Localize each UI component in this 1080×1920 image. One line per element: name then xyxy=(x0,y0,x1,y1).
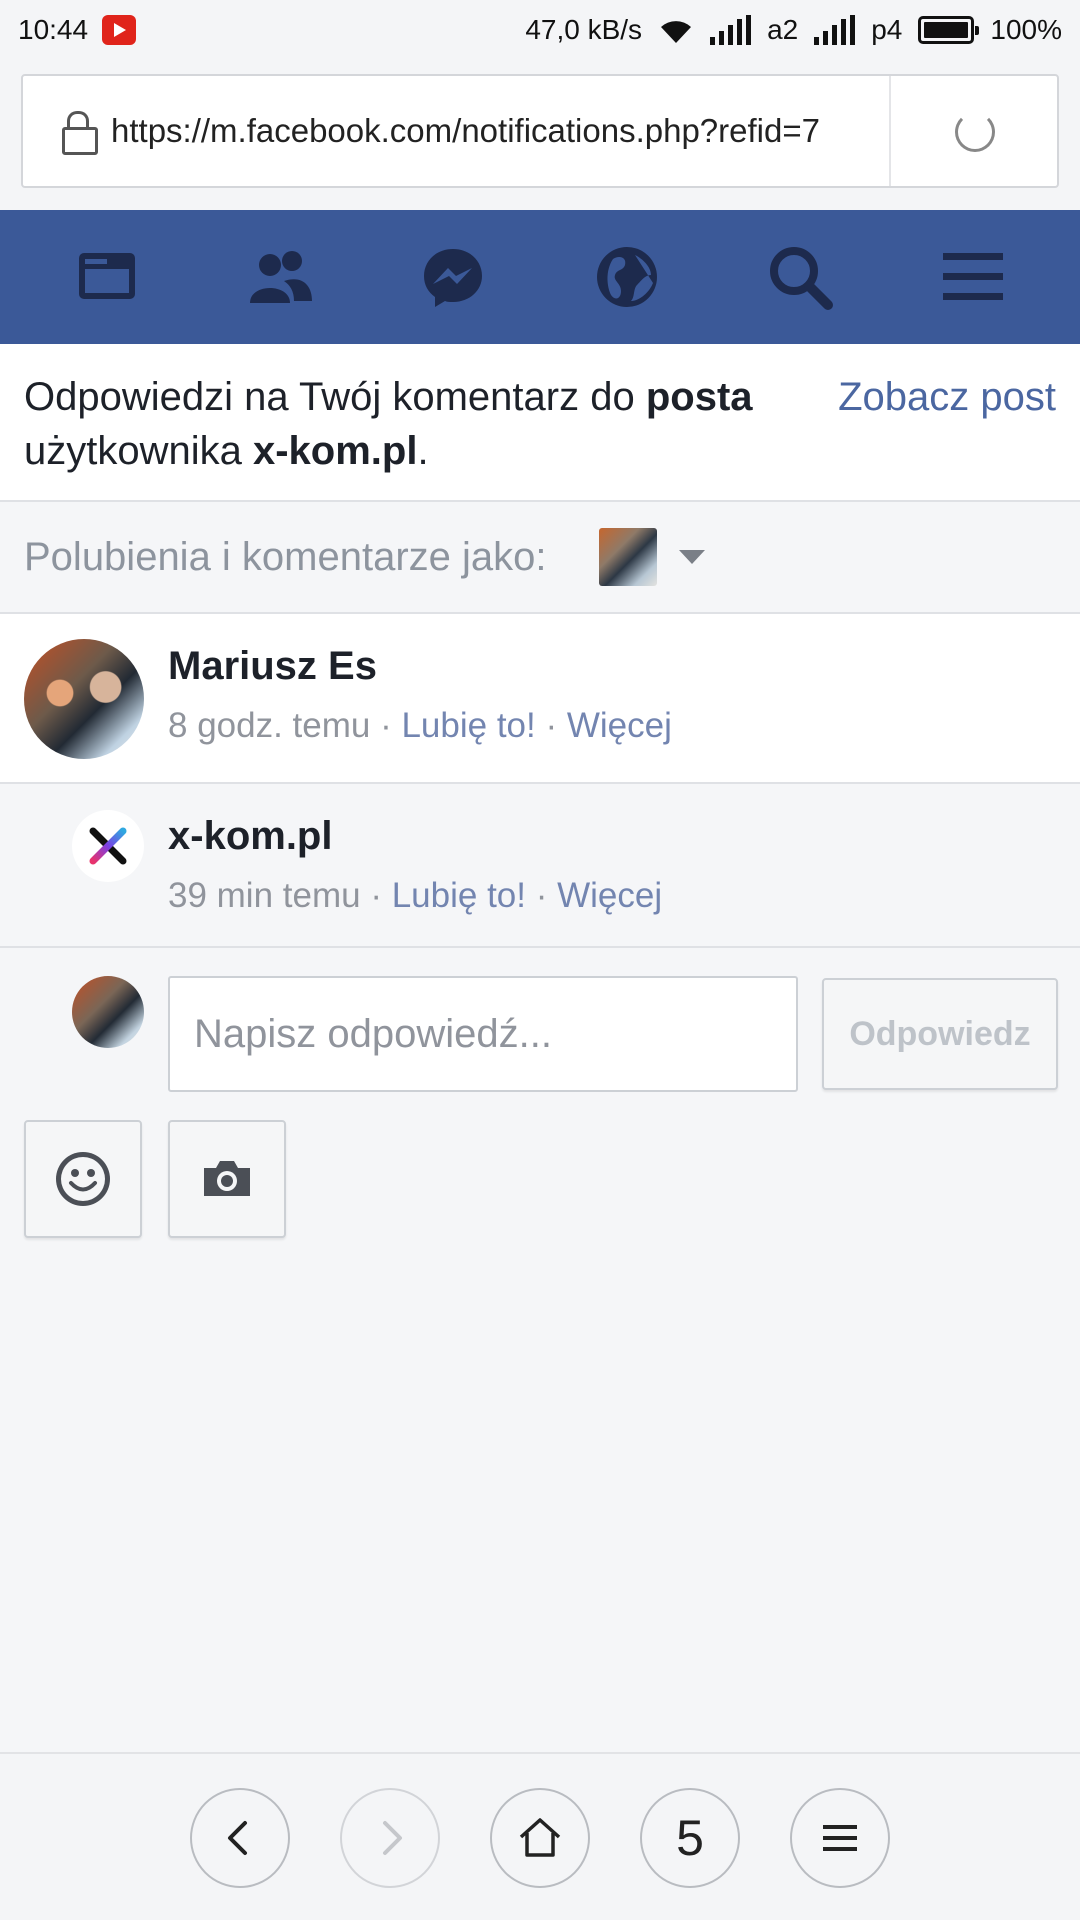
status-right: 47,0 kB/s a2 p4 100% xyxy=(525,0,1062,60)
reply-meta: 39 min temu · Lubię to! · Więcej xyxy=(168,876,662,916)
reply-time[interactable]: 39 min temu xyxy=(168,876,361,915)
like-as-label: Polubienia i komentarze jako: xyxy=(24,534,547,579)
comment-meta: 8 godz. temu · Lubię to! · Więcej xyxy=(168,706,672,746)
notice-text-end: . xyxy=(417,429,429,473)
signal-1-icon xyxy=(710,15,752,45)
chevron-down-icon[interactable] xyxy=(678,550,705,564)
notifications-globe-icon[interactable] xyxy=(587,237,667,317)
reply-item: x-kom.pl 39 min temu · Lubię to! · Więce… xyxy=(0,784,1080,948)
browser-menu-button[interactable] xyxy=(790,1788,890,1888)
reply-more-link[interactable]: Więcej xyxy=(557,876,662,915)
see-post-link[interactable]: Zobacz post xyxy=(838,370,1056,424)
sim2-label: p4 xyxy=(871,14,903,45)
tabs-button[interactable]: 5 xyxy=(640,1788,740,1888)
like-as-selector[interactable]: Polubienia i komentarze jako: xyxy=(0,502,1080,614)
comment-time[interactable]: 8 godz. temu xyxy=(168,706,370,745)
comment-sep-1: · xyxy=(370,706,402,745)
notification-text: Odpowiedzi na Twój komentarz do posta uż… xyxy=(24,370,804,478)
notice-user-name: x-kom.pl xyxy=(252,429,418,473)
friends-icon[interactable] xyxy=(240,237,320,317)
url-text[interactable]: https://m.facebook.com/notifications.php… xyxy=(111,112,865,150)
camera-icon xyxy=(204,1161,250,1196)
home-button[interactable] xyxy=(490,1788,590,1888)
forward-button[interactable] xyxy=(340,1788,440,1888)
address-bar-divider xyxy=(889,76,891,186)
facebook-nav-bar xyxy=(0,210,1080,344)
menu-icon xyxy=(823,1825,857,1851)
reply-submit-button[interactable]: Odpowiedz xyxy=(822,978,1058,1090)
comment-like-link[interactable]: Lubię to! xyxy=(401,706,535,745)
battery-icon xyxy=(918,16,980,44)
lock-icon xyxy=(61,111,98,155)
sim1-label: a2 xyxy=(767,14,799,45)
wifi-icon xyxy=(661,21,692,43)
x-kom-logo-avatar[interactable] xyxy=(72,810,144,882)
comment-sep-2: · xyxy=(535,706,567,745)
reply-sep-2: · xyxy=(525,876,558,915)
status-bar: 10:44 47,0 kB/s a2 p4 100% xyxy=(0,0,1080,60)
notification-header: Odpowiedzi na Twój komentarz do posta uż… xyxy=(0,344,1080,502)
comment-item: Mariusz Es 8 godz. temu · Lubię to! · Wi… xyxy=(0,614,1080,784)
notice-text-middle: użytkownika xyxy=(24,429,253,473)
search-icon[interactable] xyxy=(760,237,840,317)
back-button[interactable] xyxy=(190,1788,290,1888)
avatar[interactable] xyxy=(24,639,144,759)
battery-percent: 100% xyxy=(990,14,1062,45)
reload-icon[interactable] xyxy=(955,112,995,152)
emoji-button[interactable] xyxy=(24,1120,142,1238)
browser-bottom-bar: 5 xyxy=(0,1752,1080,1920)
menu-icon[interactable] xyxy=(933,237,1013,317)
chevron-right-icon xyxy=(383,1821,402,1855)
reply-author[interactable]: x-kom.pl xyxy=(168,814,332,859)
notice-post-word: posta xyxy=(645,375,753,419)
news-feed-icon[interactable] xyxy=(67,237,147,317)
network-speed: 47,0 kB/s xyxy=(525,14,643,45)
comment-author[interactable]: Mariusz Es xyxy=(168,644,377,689)
smiley-icon xyxy=(56,1152,110,1206)
reply-input[interactable] xyxy=(168,976,798,1092)
browser-toolbar: https://m.facebook.com/notifications.php… xyxy=(0,60,1080,210)
home-icon xyxy=(519,1818,561,1857)
messenger-icon[interactable] xyxy=(413,237,493,317)
identity-avatar[interactable] xyxy=(598,528,657,586)
photo-button[interactable] xyxy=(168,1120,286,1238)
youtube-notification-icon xyxy=(102,15,137,45)
reply-like-link[interactable]: Lubię to! xyxy=(392,876,526,915)
notice-text-before: Odpowiedzi na Twój komentarz do xyxy=(24,375,646,419)
composer-avatar xyxy=(72,976,144,1048)
comment-more-link[interactable]: Więcej xyxy=(567,706,672,745)
reply-sep-1: · xyxy=(360,876,392,915)
address-bar[interactable]: https://m.facebook.com/notifications.php… xyxy=(21,74,1059,188)
signal-2-icon xyxy=(814,15,856,45)
status-time: 10:44 xyxy=(18,14,89,45)
chevron-left-icon xyxy=(228,1821,247,1855)
